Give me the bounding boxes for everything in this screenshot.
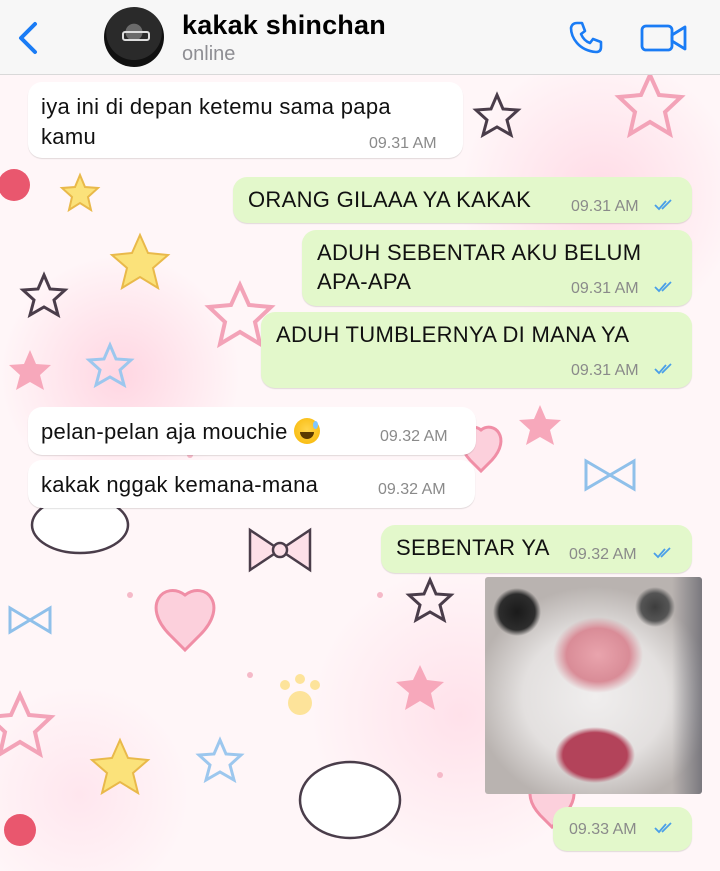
message-bubble-outgoing[interactable]: ORANG GILAAA YA KAKAK 09.31 AM: [233, 177, 692, 223]
message-bubble-outgoing[interactable]: ADUH SEBENTAR AKU BELUM APA-APA 09.31 AM: [302, 230, 692, 306]
back-chevron-icon[interactable]: [14, 18, 44, 58]
contact-status: online: [182, 43, 236, 65]
chat-wallpaper[interactable]: iya ini di depan ketemu sama papa kamu 0…: [0, 75, 720, 871]
message-text: kamu: [41, 124, 96, 149]
message-bubble-incoming[interactable]: pelan-pelan aja mouchie 09.32 AM: [28, 407, 476, 455]
chat-header: kakak shinchan online: [0, 0, 720, 75]
message-text: ADUH SEBENTAR AKU BELUM: [317, 240, 642, 265]
message-bubble-incoming[interactable]: kakak nggak kemana-mana 09.32 AM: [28, 460, 475, 508]
message-bubble-incoming[interactable]: iya ini di depan ketemu sama papa kamu 0…: [28, 82, 463, 158]
read-receipt-icon: [654, 199, 672, 211]
message-bubble-outgoing[interactable]: SEBENTAR YA 09.32 AM: [381, 525, 692, 573]
message-text: SEBENTAR YA: [396, 535, 550, 560]
cat-closeup-photo[interactable]: [485, 577, 702, 794]
message-timestamp: 09.32 AM: [569, 546, 637, 563]
message-bubble-outgoing[interactable]: 09.33 AM: [553, 807, 692, 851]
message-timestamp: 09.31 AM: [571, 198, 639, 215]
message-timestamp: 09.33 AM: [569, 821, 637, 838]
message-timestamp: 09.32 AM: [380, 428, 448, 445]
message-text: pelan-pelan aja mouchie: [41, 417, 321, 446]
read-receipt-icon: [654, 281, 672, 293]
message-text: APA-APA: [317, 269, 412, 294]
message-text: kakak nggak kemana-mana: [41, 472, 319, 497]
read-receipt-icon: [654, 363, 672, 375]
contact-avatar[interactable]: [104, 7, 164, 67]
video-camera-icon[interactable]: [640, 22, 688, 54]
message-text-content: pelan-pelan aja mouchie: [41, 419, 288, 444]
photo-shadow: [672, 577, 702, 794]
read-receipt-icon: [653, 547, 671, 559]
message-text: ORANG GILAAA YA KAKAK: [248, 187, 532, 212]
grinning-face-with-sweat-emoji-icon: [294, 418, 321, 444]
message-timestamp: 09.31 AM: [369, 135, 437, 152]
paw-icon: [280, 674, 320, 715]
message-timestamp: 09.31 AM: [571, 362, 639, 379]
message-timestamp: 09.31 AM: [571, 280, 639, 297]
read-receipt-icon: [654, 822, 672, 834]
bunny-face-icon: [30, 495, 402, 840]
phone-icon[interactable]: [568, 20, 604, 56]
contact-name[interactable]: kakak shinchan: [182, 10, 386, 41]
message-bubble-outgoing[interactable]: ADUH TUMBLERNYA DI MANA YA 09.31 AM: [261, 312, 692, 388]
message-text: iya ini di depan ketemu sama papa: [41, 94, 391, 119]
message-text: ADUH TUMBLERNYA DI MANA YA: [276, 322, 630, 347]
ribbon-bow-icon: [248, 527, 312, 573]
message-timestamp: 09.32 AM: [378, 481, 446, 498]
